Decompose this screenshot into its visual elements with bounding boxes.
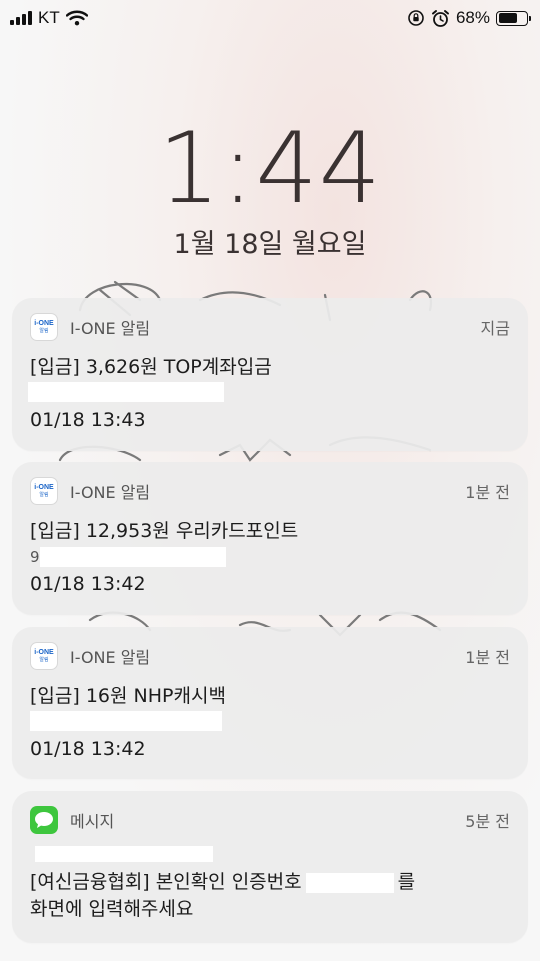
redacted-block	[28, 381, 224, 402]
notification-body-suffix: 를	[397, 871, 416, 893]
wifi-icon	[65, 10, 88, 26]
battery-percent: 68%	[455, 8, 490, 27]
notification-body: [입금] 3,626원 TOP계좌입금	[30, 356, 272, 378]
notification-time-ago: 지금	[480, 319, 510, 338]
battery-level	[498, 13, 517, 23]
orientation-lock-icon	[408, 10, 424, 26]
notification-timestamp: 01/18 13:43	[30, 409, 146, 431]
speech-bubble-icon	[35, 812, 53, 828]
notification-body: [입금] 16원 NHP캐시백	[30, 685, 226, 707]
ione-app-icon: i-ONE 알림	[30, 477, 58, 505]
notification-ione-1[interactable]: i-ONE 알림 I-ONE 알림 지금 [입금] 3,626원 TOP계좌입금…	[12, 298, 528, 451]
redacted-block	[39, 547, 226, 567]
notification-message[interactable]: 메시지 5분 전 [여신금융협회] 본인확인 인증번호 를 화면에 입력해주세요	[12, 791, 528, 943]
notification-timestamp: 01/18 13:42	[30, 573, 146, 595]
redacted-code	[305, 872, 394, 893]
notification-body-prefix: [여신금융협회] 본인확인 인증번호	[30, 871, 302, 893]
notification-app-name: 메시지	[70, 812, 115, 831]
notification-time-ago: 5분 전	[465, 812, 510, 831]
lock-screen-date: 1월 18일 월요일	[173, 229, 367, 260]
notification-time-ago: 1분 전	[465, 483, 510, 502]
notification-body-prefix: 9	[30, 547, 40, 566]
battery-icon	[496, 10, 531, 26]
message-app-icon	[30, 806, 58, 834]
notification-ione-2[interactable]: i-ONE 알림 I-ONE 알림 1분 전 [입금] 12,953원 우리카드…	[12, 462, 528, 615]
ione-app-icon: i-ONE 알림	[30, 642, 58, 670]
notification-body-line-1: [여신금융협회] 본인확인 인증번호 를	[30, 869, 510, 896]
notification-app-name: I-ONE 알림	[70, 483, 151, 502]
lock-screen-time: 1:44	[157, 112, 383, 226]
notification-timestamp: 01/18 13:42	[30, 738, 146, 760]
notification-ione-3[interactable]: i-ONE 알림 I-ONE 알림 1분 전 [입금] 16원 NHP캐시백 0…	[12, 627, 528, 779]
redacted-block	[30, 710, 222, 731]
redacted-sender	[35, 845, 213, 862]
status-bar: KT 68%	[0, 0, 540, 36]
notification-app-name: I-ONE 알림	[70, 648, 151, 667]
notification-time-ago: 1분 전	[465, 648, 510, 667]
carrier-name: KT	[38, 8, 60, 27]
alarm-icon	[431, 9, 449, 27]
notification-body-line-2: 화면에 입력해주세요	[30, 898, 194, 920]
notification-body: [입금] 12,953원 우리카드포인트	[30, 520, 299, 542]
notification-app-name: I-ONE 알림	[70, 319, 151, 338]
ione-app-icon: i-ONE 알림	[30, 313, 58, 341]
signal-icon	[10, 11, 32, 25]
